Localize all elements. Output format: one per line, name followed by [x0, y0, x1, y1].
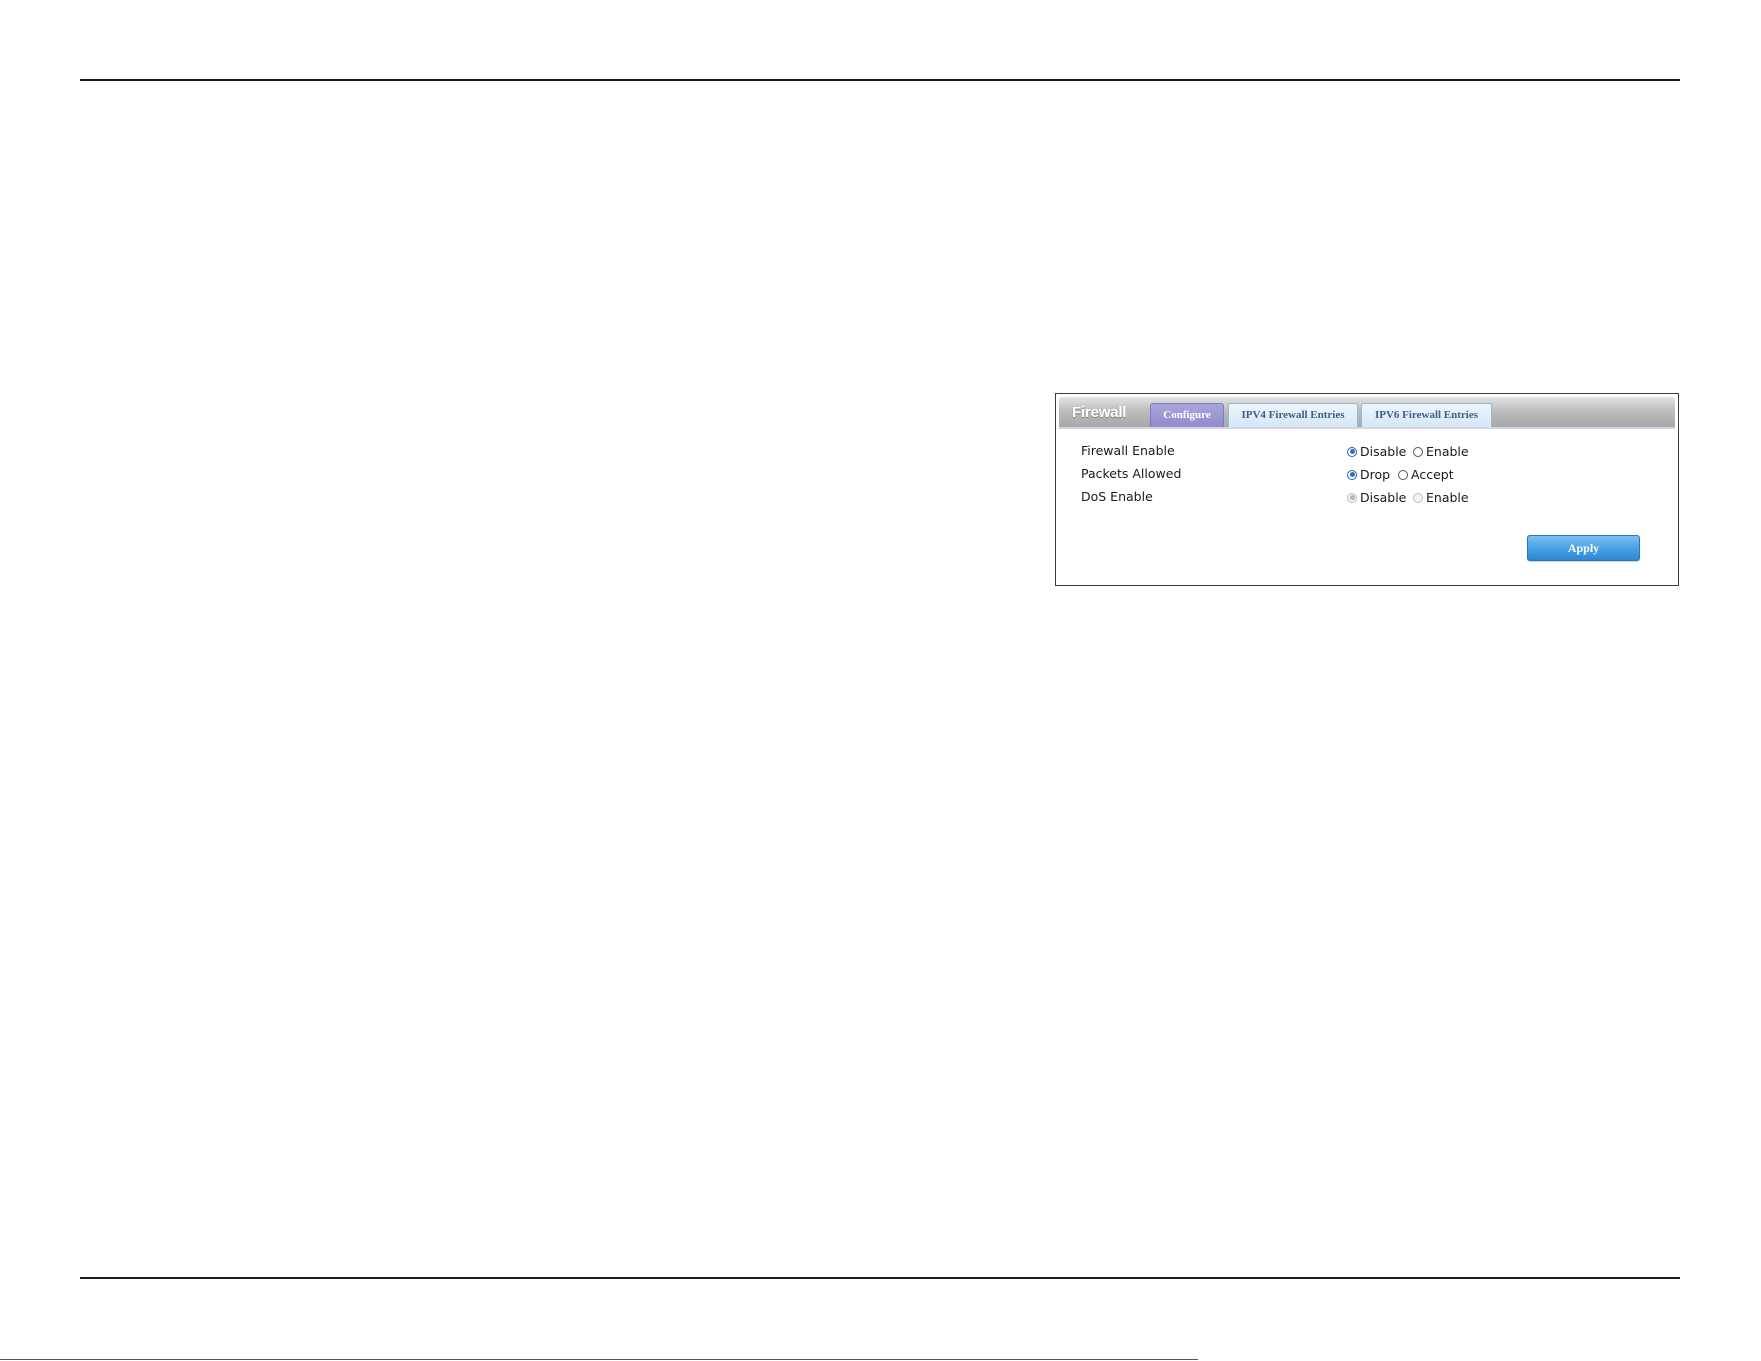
firewall-enable-disable-radio[interactable] — [1347, 446, 1357, 457]
packets-allowed-accept-option[interactable]: Accept — [1398, 467, 1454, 482]
packets-allowed-accept-radio[interactable] — [1398, 469, 1408, 480]
packets-allowed-accept-label: Accept — [1411, 467, 1454, 482]
packets-allowed-drop-option[interactable]: Drop — [1347, 467, 1390, 482]
top-rule — [80, 79, 1680, 81]
packets-allowed-drop-radio[interactable] — [1347, 469, 1357, 480]
tab-ipv4-firewall-entries[interactable]: IPV4 Firewall Entries — [1228, 403, 1358, 427]
bottom-rule — [80, 1277, 1680, 1279]
page-edge-line — [0, 1359, 1198, 1360]
packets-allowed-label: Packets Allowed — [1081, 466, 1182, 481]
dos-enable-disable-radio[interactable] — [1347, 492, 1357, 503]
dos-enable-label: DoS Enable — [1081, 489, 1153, 504]
packets-allowed-drop-label: Drop — [1360, 467, 1391, 482]
firewall-enable-label: Firewall Enable — [1081, 443, 1175, 458]
firewall-enable-enable-option[interactable]: Enable — [1413, 444, 1469, 459]
dos-enable-disable-option[interactable]: Disable — [1347, 490, 1406, 505]
tab-ipv6-firewall-entries[interactable]: IPV6 Firewall Entries — [1361, 403, 1492, 427]
dos-enable-enable-label: Enable — [1426, 490, 1469, 505]
panel-title: Firewall — [1072, 404, 1127, 421]
dos-enable-disable-label: Disable — [1360, 490, 1407, 505]
firewall-panel: Firewall Configure IPV4 Firewall Entries… — [1055, 393, 1679, 586]
tab-configure[interactable]: Configure — [1150, 403, 1224, 427]
panel-header: Firewall Configure IPV4 Firewall Entries… — [1059, 397, 1675, 429]
dos-enable-enable-radio[interactable] — [1413, 492, 1423, 503]
firewall-enable-disable-option[interactable]: Disable — [1347, 444, 1406, 459]
firewall-enable-enable-label: Enable — [1426, 444, 1469, 459]
apply-button[interactable]: Apply — [1527, 535, 1640, 561]
firewall-enable-disable-label: Disable — [1360, 444, 1407, 459]
firewall-enable-enable-radio[interactable] — [1413, 446, 1423, 457]
dos-enable-enable-option[interactable]: Enable — [1413, 490, 1469, 505]
